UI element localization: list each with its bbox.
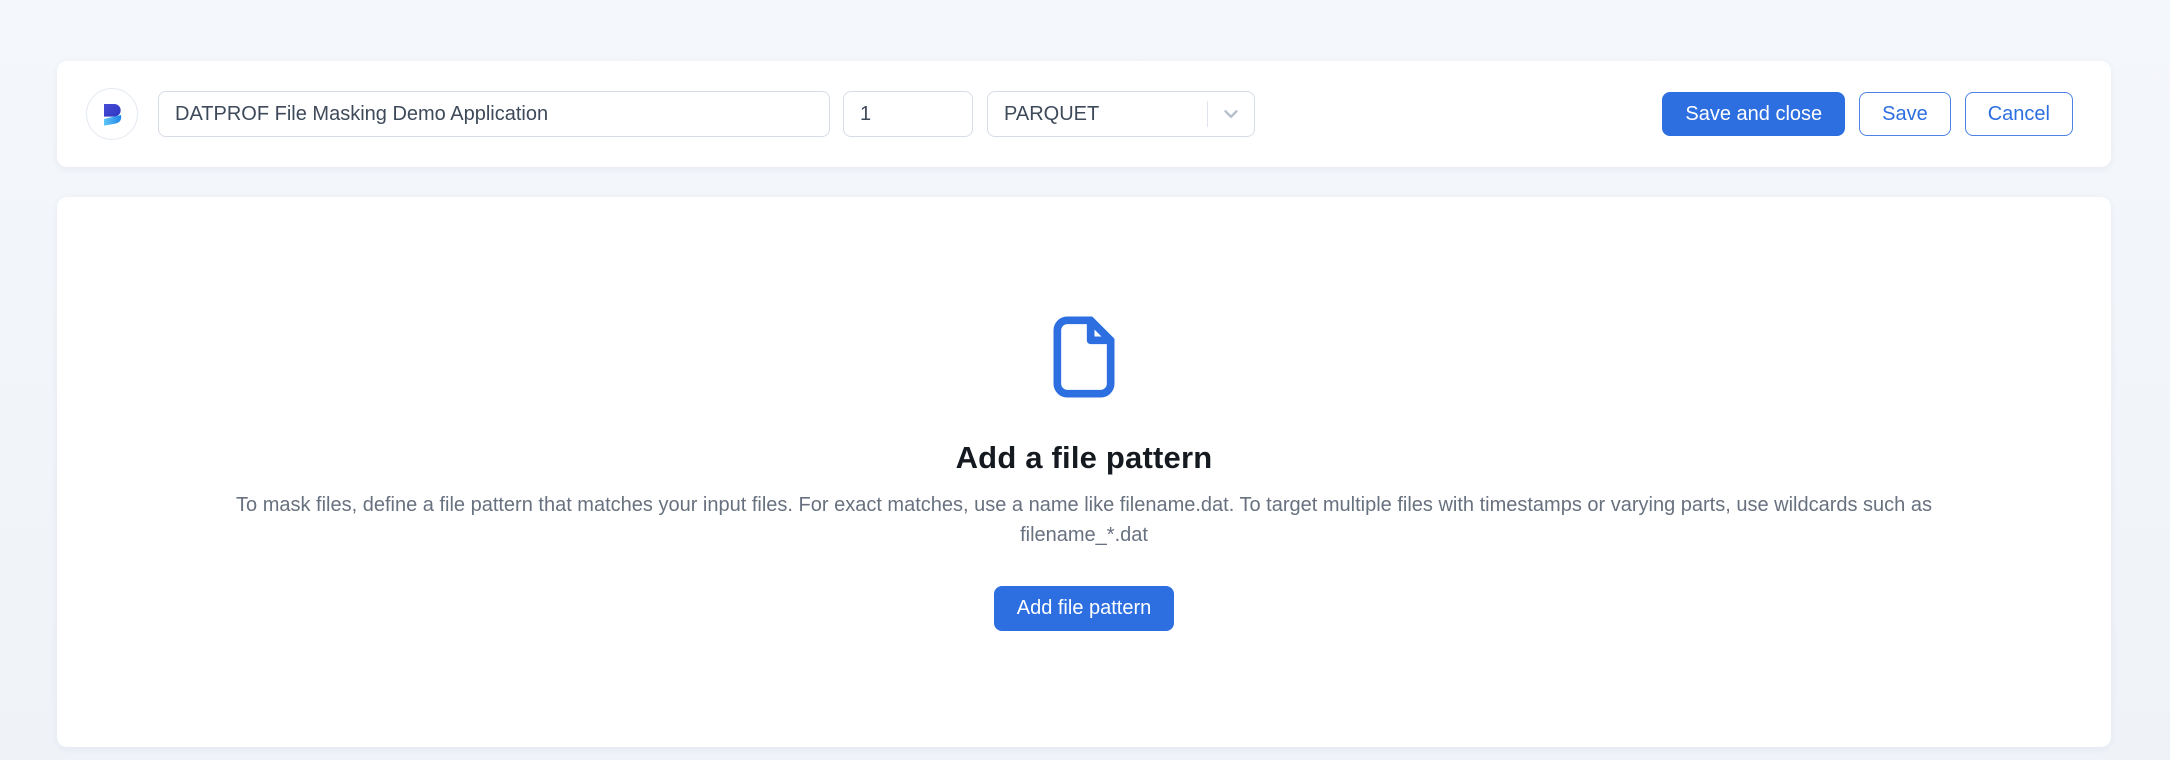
empty-state: Add a file pattern To mask files, define… [177, 313, 1992, 631]
file-type-selected-value: PARQUET [1004, 103, 1207, 126]
empty-state-description: To mask files, define a file pattern tha… [177, 490, 1992, 550]
datprof-logo-icon [96, 98, 128, 130]
version-input[interactable] [843, 91, 973, 137]
page-background: { "colors": { "primary_blue": "#2d6fe0",… [0, 0, 2170, 760]
save-and-close-button[interactable]: Save and close [1662, 92, 1845, 136]
chevron-down-icon[interactable] [1208, 103, 1254, 125]
datprof-logo [86, 88, 138, 140]
top-toolbar: PARQUET Save and close Save Cancel [57, 61, 2111, 167]
file-type-select[interactable]: PARQUET [987, 91, 1255, 137]
application-name-input[interactable] [158, 91, 830, 137]
file-patterns-panel: Add a file pattern To mask files, define… [57, 197, 2111, 747]
empty-state-title: Add a file pattern [956, 440, 1213, 476]
save-button[interactable]: Save [1859, 92, 1951, 136]
add-file-pattern-button[interactable]: Add file pattern [994, 586, 1175, 631]
file-icon [1044, 313, 1124, 406]
cancel-button[interactable]: Cancel [1965, 92, 2073, 136]
